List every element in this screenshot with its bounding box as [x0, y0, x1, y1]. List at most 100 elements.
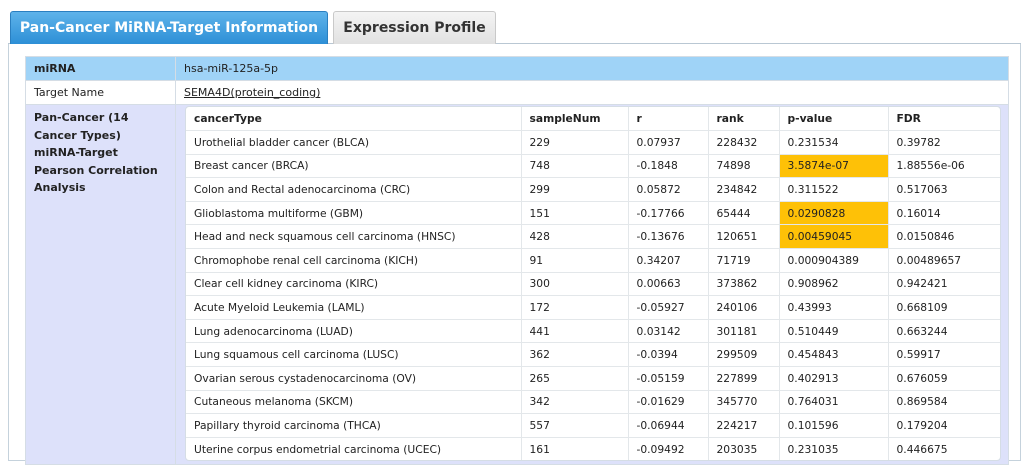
pan-cancer-label: Pan-Cancer (14 Cancer Types) miRNA-Targe…: [25, 104, 176, 465]
cancer-type-cell: Acute Myeloid Leukemia (LAML): [186, 295, 522, 320]
r-cell: 0.07937: [628, 130, 709, 155]
r-cell: -0.06944: [628, 413, 709, 438]
rank-cell: 203035: [708, 437, 780, 460]
pvalue-cell: 0.908962: [779, 272, 889, 297]
sample-num-cell: 300: [521, 272, 629, 297]
mirna-row: miRNA hsa-miR-125a-5p: [25, 56, 1009, 81]
table-row: Breast cancer (BRCA) 748 -0.1848 74898 3.587…: [186, 154, 1000, 179]
rank-cell: 240106: [708, 295, 780, 320]
fdr-cell: 0.16014: [888, 201, 1000, 226]
target-link[interactable]: SEMA4D(protein_coding): [184, 86, 320, 99]
r-cell: 0.00663: [628, 272, 709, 297]
col-header-samplenum: sampleNum: [521, 107, 629, 132]
sample-num-cell: 299: [521, 177, 629, 202]
col-header-cancertype: cancerType: [186, 107, 522, 132]
mirna-value: hsa-miR-125a-5p: [175, 56, 1009, 81]
sample-num-cell: 265: [521, 366, 629, 391]
fdr-cell: 0.59917: [888, 342, 1000, 368]
cancer-type-cell: Lung squamous cell carcinoma (LUSC): [186, 342, 522, 368]
pvalue-cell: 0.0290828: [779, 201, 889, 226]
rank-cell: 228432: [708, 130, 780, 155]
col-header-pvalue: p-value: [779, 107, 889, 132]
pvalue-cell: 0.101596: [779, 413, 889, 438]
cancer-type-cell: Clear cell kidney carcinoma (KIRC): [186, 272, 522, 297]
tab-pan-cancer-info[interactable]: Pan-Cancer MiRNA-Target Information: [10, 11, 328, 44]
rank-cell: 299509: [708, 342, 780, 368]
rank-cell: 345770: [708, 390, 780, 415]
sample-num-cell: 748: [521, 154, 629, 179]
fdr-cell: 0.869584: [888, 390, 1000, 415]
fdr-cell: 0.00489657: [888, 248, 1000, 273]
table-row: Acute Myeloid Leukemia (LAML) 172 -0.05927…: [186, 295, 1000, 320]
table-row: Chromophobe renal cell carcinoma (KICH) 9…: [186, 248, 1000, 273]
cancer-type-cell: Head and neck squamous cell carcinoma (H…: [186, 224, 522, 250]
r-cell: -0.13676: [628, 224, 709, 250]
rank-cell: 71719: [708, 248, 780, 273]
target-label: Target Name: [25, 80, 176, 105]
table-row: Lung adenocarcinoma (LUAD) 441 0.03142 3011…: [186, 319, 1000, 344]
rank-cell: 74898: [708, 154, 780, 179]
table-row: Uterine corpus endometrial carcinoma (UC…: [186, 437, 1000, 460]
pvalue-cell: 0.43993: [779, 295, 889, 320]
pvalue-cell: 3.5874e-07: [779, 154, 889, 179]
cancer-type-cell: Uterine corpus endometrial carcinoma (UC…: [186, 437, 522, 460]
fdr-cell: 0.517063: [888, 177, 1000, 202]
fdr-cell: 0.179204: [888, 413, 1000, 438]
rank-cell: 65444: [708, 201, 780, 226]
cancer-type-cell: Colon and Rectal adenocarcinoma (CRC): [186, 177, 522, 202]
rank-cell: 227899: [708, 366, 780, 391]
table-row: Cutaneous melanoma (SKCM) 342 -0.01629 3457…: [186, 390, 1000, 415]
rank-cell: 120651: [708, 224, 780, 250]
rank-cell: 373862: [708, 272, 780, 297]
cancer-type-cell: Breast cancer (BRCA): [186, 154, 522, 179]
table-row: Colon and Rectal adenocarcinoma (CRC) 299…: [186, 177, 1000, 202]
tab-expression-profile[interactable]: Expression Profile: [333, 11, 496, 44]
col-header-rank: rank: [708, 107, 780, 132]
rank-cell: 234842: [708, 177, 780, 202]
pvalue-cell: 0.311522: [779, 177, 889, 202]
correlation-table: cancerType sampleNum r rank p-value FDR …: [186, 107, 1000, 460]
rank-cell: 301181: [708, 319, 780, 344]
r-cell: -0.05159: [628, 366, 709, 391]
fdr-cell: 0.668109: [888, 295, 1000, 320]
table-row: Lung squamous cell carcinoma (LUSC) 362 -0…: [186, 342, 1000, 368]
pvalue-cell: 0.231035: [779, 437, 889, 460]
sample-num-cell: 161: [521, 437, 629, 460]
fdr-cell: 0.942421: [888, 272, 1000, 297]
r-cell: -0.0394: [628, 342, 709, 368]
table-row: Glioblastoma multiforme (GBM) 151 -0.17766…: [186, 201, 1000, 226]
cancer-type-cell: Chromophobe renal cell carcinoma (KICH): [186, 248, 522, 273]
cancer-type-cell: Cutaneous melanoma (SKCM): [186, 390, 522, 415]
fdr-cell: 0.39782: [888, 130, 1000, 155]
sample-num-cell: 342: [521, 390, 629, 415]
r-cell: -0.09492: [628, 437, 709, 460]
tab-bar: Pan-Cancer MiRNA-Target Information Expr…: [8, 8, 1021, 44]
table-row: Ovarian serous cystadenocarcinoma (OV) 26…: [186, 366, 1000, 391]
pvalue-cell: 0.402913: [779, 366, 889, 391]
table-row: Papillary thyroid carcinoma (THCA) 557 -0.…: [186, 413, 1000, 438]
correlation-table-container: cancerType sampleNum r rank p-value FDR …: [185, 106, 1001, 461]
sample-num-cell: 172: [521, 295, 629, 320]
cancer-type-cell: Ovarian serous cystadenocarcinoma (OV): [186, 366, 522, 391]
fdr-cell: 0.663244: [888, 319, 1000, 344]
pvalue-cell: 0.231534: [779, 130, 889, 155]
col-header-fdr: FDR: [888, 107, 1000, 132]
r-cell: -0.05927: [628, 295, 709, 320]
cancer-type-cell: Lung adenocarcinoma (LUAD): [186, 319, 522, 344]
r-cell: -0.01629: [628, 390, 709, 415]
sample-num-cell: 362: [521, 342, 629, 368]
target-cell: SEMA4D(protein_coding): [175, 80, 1009, 105]
sample-num-cell: 151: [521, 201, 629, 226]
cancer-type-cell: Papillary thyroid carcinoma (THCA): [186, 413, 522, 438]
sample-num-cell: 428: [521, 224, 629, 250]
pvalue-cell: 0.000904389: [779, 248, 889, 273]
r-cell: 0.03142: [628, 319, 709, 344]
r-cell: 0.05872: [628, 177, 709, 202]
cancer-type-cell: Glioblastoma multiforme (GBM): [186, 201, 522, 226]
target-row: Target Name SEMA4D(protein_coding): [25, 80, 1009, 105]
pvalue-cell: 0.00459045: [779, 224, 889, 250]
r-cell: -0.1848: [628, 154, 709, 179]
table-row: Urothelial bladder cancer (BLCA) 229 0.079…: [186, 130, 1000, 155]
sample-num-cell: 229: [521, 130, 629, 155]
rank-cell: 224217: [708, 413, 780, 438]
